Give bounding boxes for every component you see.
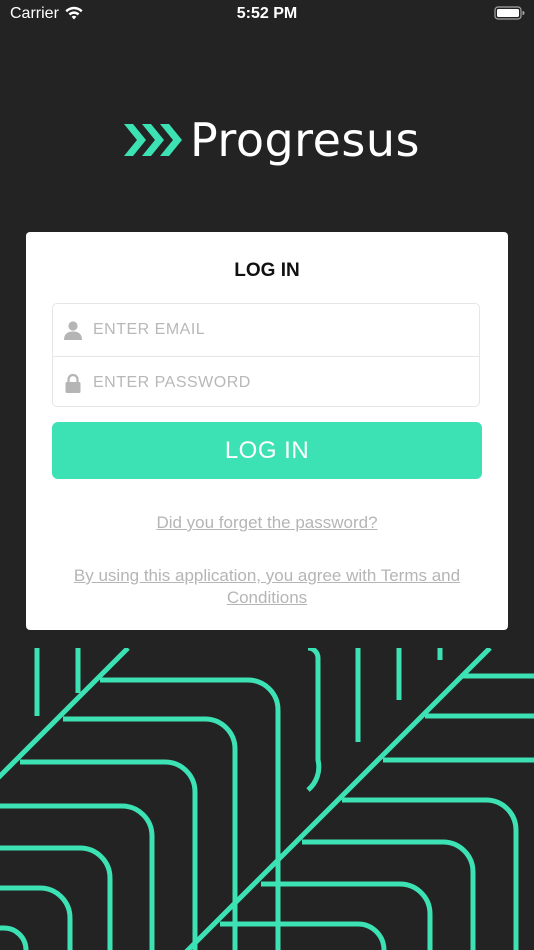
chevrons-right-icon (124, 124, 182, 156)
forgot-password-link[interactable]: Did you forget the password? (26, 513, 508, 533)
decorative-pattern (0, 648, 534, 950)
password-input[interactable] (93, 374, 453, 392)
status-bar: Carrier 5:52 PM (0, 0, 534, 28)
lock-icon (65, 373, 81, 393)
login-title: LOG IN (234, 260, 300, 281)
email-row (53, 304, 479, 356)
credentials-fields (52, 303, 480, 407)
clock: 5:52 PM (236, 5, 298, 22)
battery-icon (494, 6, 525, 20)
terms-link[interactable]: By using this application, you agree wit… (66, 565, 468, 609)
login-button[interactable]: LOG IN (52, 422, 482, 479)
password-row (53, 356, 479, 406)
user-icon (64, 321, 82, 340)
email-input[interactable] (93, 321, 453, 339)
app-logo: Progresus (124, 112, 420, 168)
logo-text: Progresus (190, 113, 420, 167)
login-card: LOG IN LOG IN Did you forget the passwor… (26, 232, 508, 630)
